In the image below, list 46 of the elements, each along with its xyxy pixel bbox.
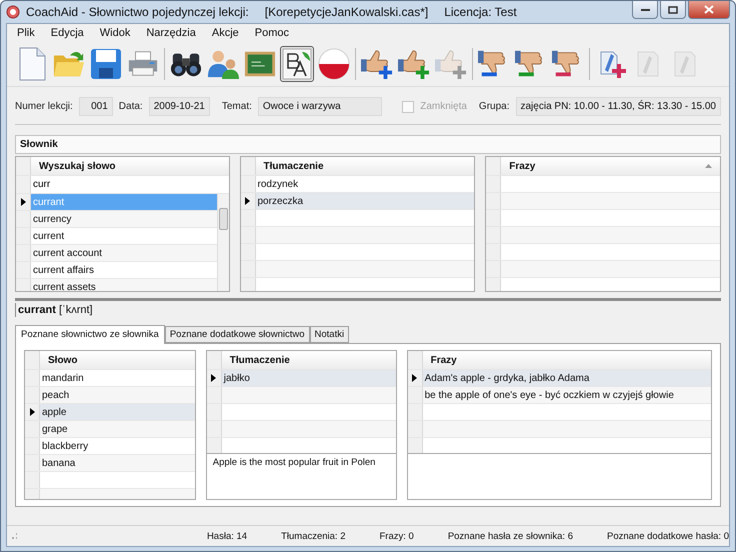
table-cell[interactable]: grape <box>40 421 195 437</box>
tab[interactable]: Notatki <box>310 326 350 343</box>
word-entry: currant [ˈkʌrnt] <box>15 303 95 317</box>
menu-item[interactable]: Pomoc <box>254 27 290 41</box>
list-item[interactable]: current account <box>31 245 216 261</box>
table-cell[interactable]: apple <box>40 404 195 420</box>
status-text: Poznane dodatkowe hasła: 0 <box>606 530 729 542</box>
section-header: Słownik <box>15 135 721 154</box>
field-label: Numer lekcji: <box>15 101 73 112</box>
table-cell[interactable]: banana <box>40 455 195 471</box>
table-cell[interactable]: porzeczka <box>256 193 474 209</box>
status-text: Tłumaczenia: 2 <box>281 530 346 542</box>
column-header[interactable]: Frazy <box>501 157 720 175</box>
menu-item[interactable]: Narzędzia <box>146 27 196 41</box>
checkbox-label: Zamknięta <box>420 101 467 112</box>
status-text: Frazy: 0 <box>380 530 414 542</box>
table-cell[interactable]: Adam's apple - grdyka, jabłko Adama <box>422 370 711 386</box>
menu-item[interactable]: Edycja <box>50 27 84 41</box>
topic-field[interactable]: Owoce i warzywa <box>258 97 382 116</box>
note-text[interactable]: Apple is the most popular fruit in Polen <box>206 454 397 500</box>
column-header[interactable]: Słowo <box>40 351 195 369</box>
column-header[interactable]: Tłumaczenie <box>256 157 474 175</box>
tab[interactable]: Poznane dodatkowe słownictwo <box>164 326 310 343</box>
window-title: CoachAid - Słownictwo pojedynczej lekcji: <box>26 5 249 19</box>
field-label: Data: <box>118 101 143 112</box>
column-header[interactable]: Frazy <box>422 351 711 369</box>
date-field[interactable]: 2009-10-21 <box>148 97 210 116</box>
list-item[interactable]: currency <box>31 211 216 227</box>
lesson-number-field[interactable]: 001 <box>78 97 113 116</box>
group-field[interactable]: zajęcia PN: 10.00 - 11.30, ŚR: 13.30 - 15.00 <box>516 97 721 116</box>
list-item[interactable]: current assets <box>31 279 216 291</box>
menu-item[interactable]: Widok <box>100 27 130 41</box>
menu-item[interactable]: Plik <box>17 27 35 41</box>
column-header[interactable]: Tłumaczenie <box>222 351 396 369</box>
field-label: Temat: <box>222 101 252 112</box>
table-cell[interactable]: peach <box>40 387 195 403</box>
license-label: Licencja: Test <box>444 5 517 19</box>
table-cell[interactable]: jabłko <box>222 370 396 386</box>
table-cell[interactable]: be the apple of one's eye - być oczkiem w czyjejś głowie <box>422 387 711 403</box>
field-label: Grupa: <box>478 101 510 112</box>
menu-item[interactable]: Akcje <box>212 27 239 41</box>
status-text: Hasła: 14 <box>206 530 248 542</box>
status-text: Poznane hasła ze słownika: 6 <box>448 530 573 542</box>
column-header[interactable]: Wyszukaj słowo <box>31 157 228 175</box>
tab[interactable]: Poznane słownictwo ze słownika <box>15 325 165 344</box>
file-name: [KorepetycjeJanKowalski.cas*] <box>264 5 428 19</box>
